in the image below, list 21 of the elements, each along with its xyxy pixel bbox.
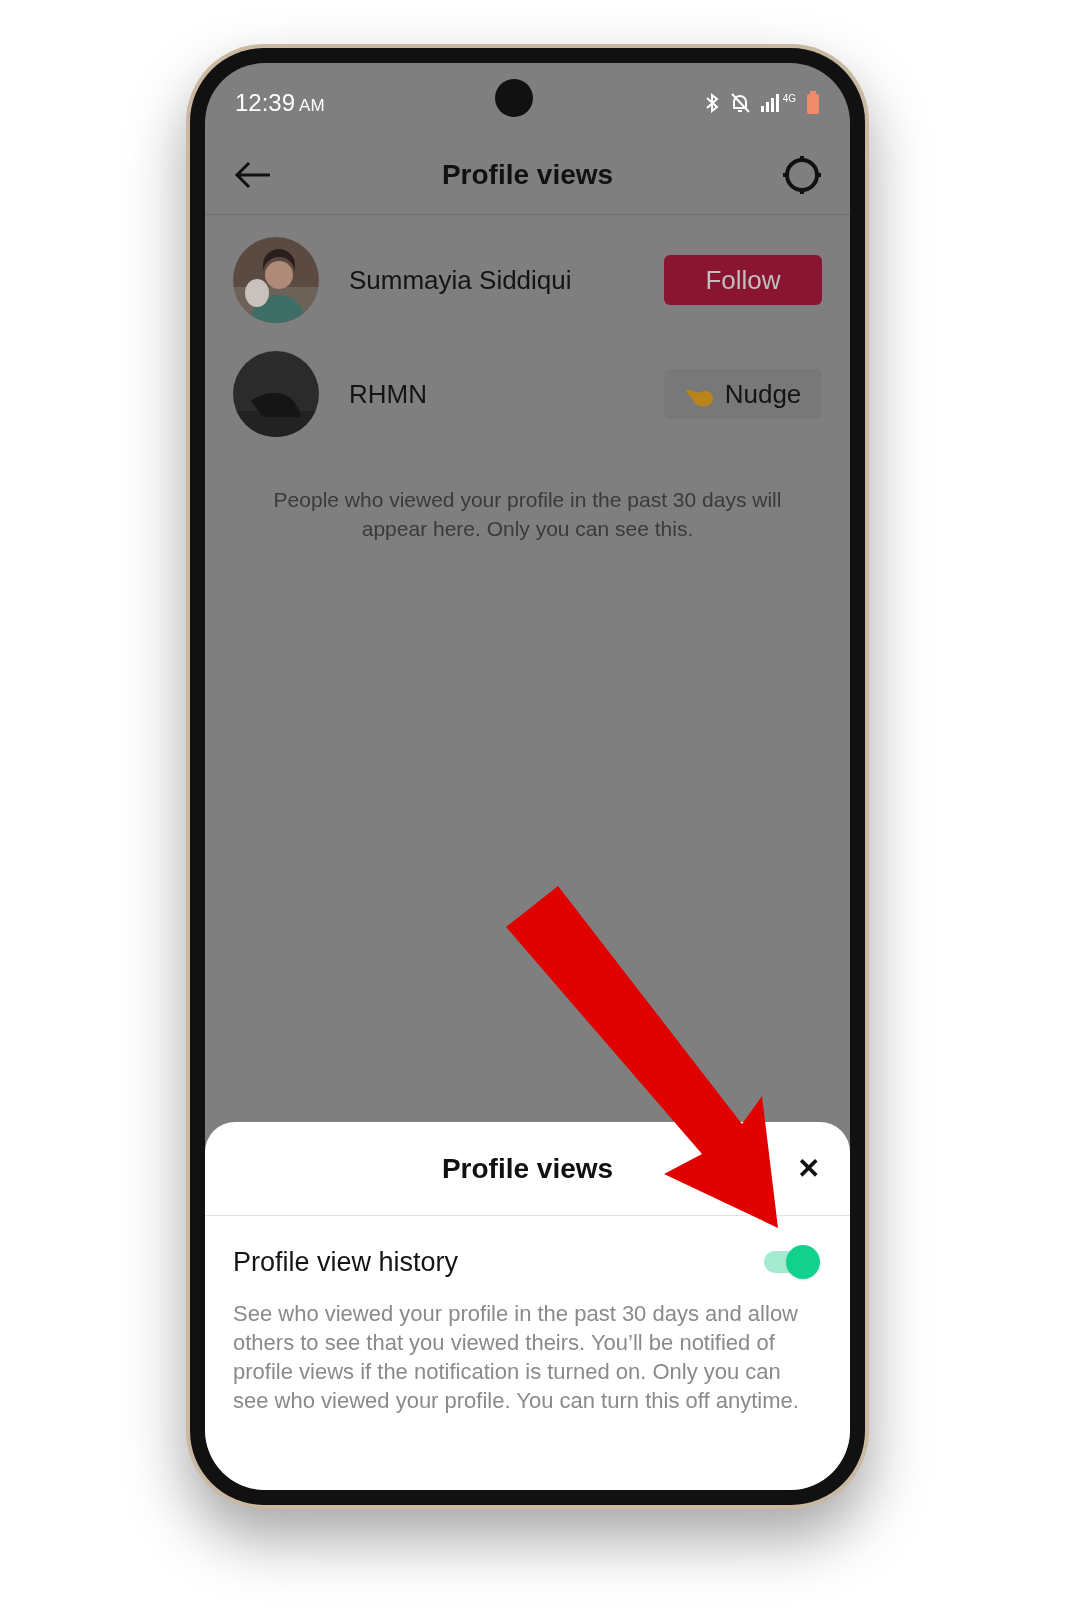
- network-label: 4G: [782, 91, 796, 106]
- status-meridiem: AM: [299, 95, 325, 117]
- sheet-title: Profile views: [441, 1151, 614, 1186]
- toggle-switch[interactable]: [762, 1245, 820, 1280]
- status-time: 12:39: [235, 88, 296, 118]
- setting-description: See who viewed your profile in the past 30 days and allow others to see that you viewed theirs. You’ll be notified of profile views if the notification is turned on. Only you can see who viewed your profile. You can turn this off anytime.: [232, 1299, 800, 1415]
- user-name: RHMN: [349, 377, 428, 411]
- signal-icon: [760, 94, 781, 112]
- page-title: Profile views: [441, 157, 614, 192]
- nudge-button[interactable]: Nudge: [664, 369, 822, 419]
- close-button[interactable]: ✕: [797, 1154, 820, 1183]
- camera-hole: [495, 79, 533, 117]
- bell-off-icon: [728, 92, 751, 114]
- settings-icon: [781, 153, 823, 196]
- battery-icon: [806, 91, 820, 115]
- setting-label: Profile view history: [233, 1246, 459, 1279]
- follow-button[interactable]: Follow: [664, 255, 822, 305]
- back-arrow-icon: [234, 160, 272, 189]
- bluetooth-icon: [704, 93, 719, 113]
- info-caption: People who viewed your profile in the past 30 days will appear here. Only you can see this.: [272, 487, 783, 542]
- user-name: Summayia Siddiqui: [349, 263, 573, 297]
